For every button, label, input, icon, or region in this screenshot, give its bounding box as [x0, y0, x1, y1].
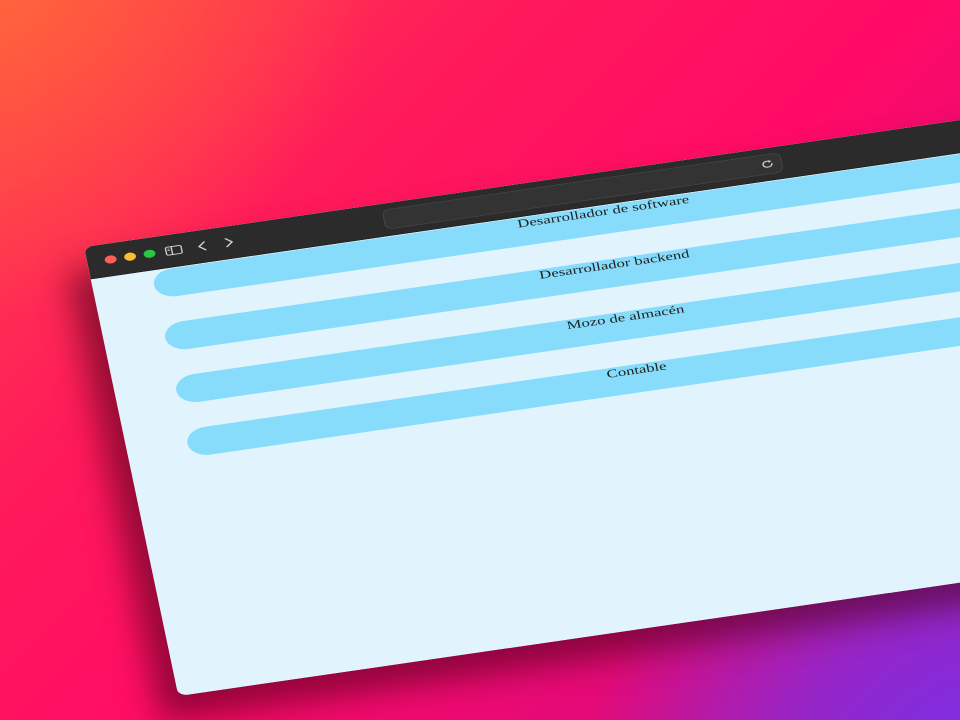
- desktop-background: Desarrollador de software Desarrollador …: [0, 0, 960, 720]
- sidebar-toggle-icon[interactable]: [160, 241, 188, 259]
- chevron-right-icon[interactable]: [218, 234, 240, 251]
- browser-window: Desarrollador de software Desarrollador …: [84, 106, 960, 697]
- minimize-window-button[interactable]: [123, 251, 137, 262]
- reload-icon[interactable]: [759, 158, 777, 171]
- chevron-left-icon[interactable]: [191, 238, 213, 255]
- zoom-window-button[interactable]: [142, 249, 157, 259]
- close-window-button[interactable]: [103, 254, 118, 265]
- page-content: Desarrollador de software Desarrollador …: [90, 138, 960, 697]
